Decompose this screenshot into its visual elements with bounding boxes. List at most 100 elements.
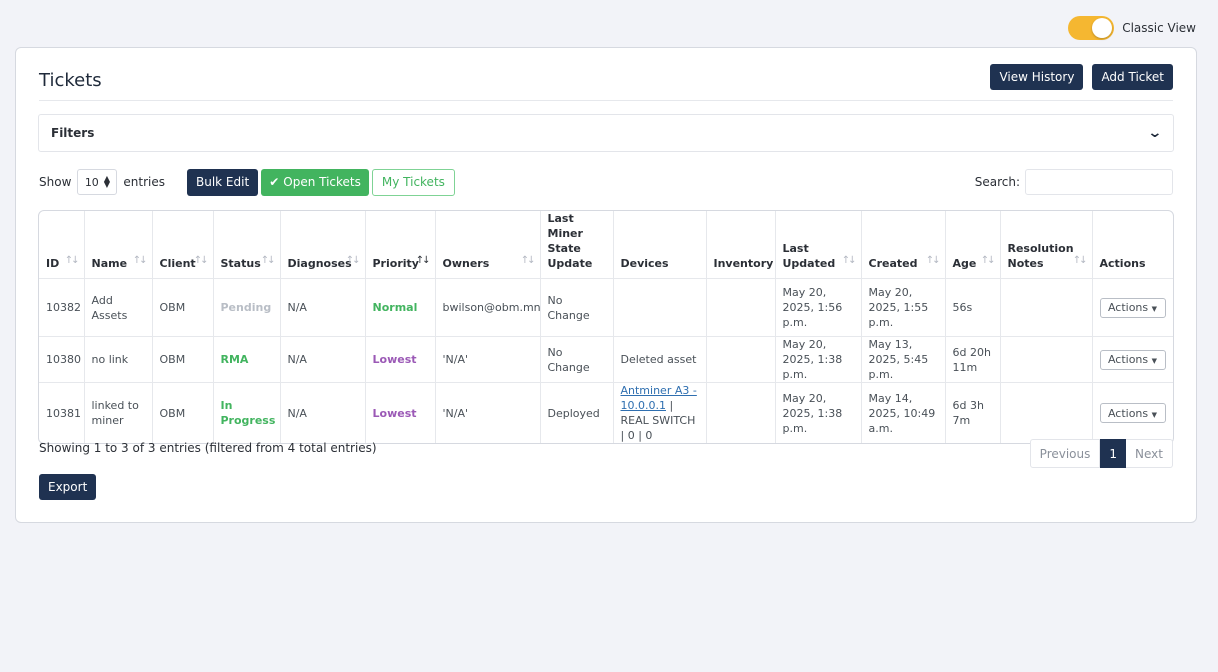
next-page-button[interactable]: Next	[1126, 439, 1173, 468]
priority-badge: Normal	[372, 301, 418, 314]
cell-client: OBM	[152, 336, 214, 383]
cell-owners: bwilson@obm.mn	[435, 278, 541, 337]
cell-name: linked to miner	[84, 382, 153, 443]
pagination: Previous 1 Next	[1029, 439, 1173, 468]
column-label: Last Updated	[782, 242, 836, 270]
check-icon: ✔	[269, 175, 280, 189]
cell-last-miner-state: Deployed	[540, 382, 614, 443]
column-header[interactable]: ID ↑↓	[39, 211, 85, 279]
column-label: Priority	[372, 257, 419, 270]
search-input[interactable]	[1025, 169, 1173, 195]
column-header[interactable]: Name ↑↓	[84, 211, 153, 279]
cell-resolution-notes	[1000, 278, 1093, 337]
search-wrapper: Search:	[975, 169, 1173, 195]
caret-down-icon: ▼	[1151, 357, 1158, 365]
sort-icon: ↑↓	[260, 255, 276, 266]
column-label: Name	[91, 257, 128, 270]
cell-last-updated: May 20, 2025, 1:38 p.m.	[775, 336, 862, 383]
column-header[interactable]: Client ↑↓	[152, 211, 214, 279]
actions-label: Actions	[1107, 353, 1149, 366]
my-tickets-button[interactable]: My Tickets	[371, 168, 455, 196]
bulk-edit-button[interactable]: Bulk Edit	[187, 168, 259, 196]
filters-label: Filters	[51, 126, 95, 140]
table-row: 10381 linked to miner OBM In Progress N/…	[39, 382, 1173, 443]
priority-badge: Lowest	[372, 353, 417, 366]
page-1-button[interactable]: 1	[1100, 439, 1127, 468]
tickets-table-wrapper: ID ↑↓ Name ↑↓ Client ↑↓ Status ↑↓ Diagnoses ↑…	[38, 210, 1174, 444]
column-header[interactable]: Priority ↑↓	[365, 211, 436, 279]
cell-client: OBM	[152, 278, 214, 337]
cell-actions: Actions ▼	[1092, 337, 1173, 383]
toggle-knob	[1092, 18, 1113, 38]
cell-id: 10382	[39, 278, 85, 337]
cell-last-updated: May 20, 2025, 1:38 p.m.	[775, 382, 862, 443]
actions-dropdown-button[interactable]: Actions ▼	[1099, 349, 1166, 370]
sort-icon: ↑↓	[1072, 255, 1088, 266]
device-text: Deleted asset	[620, 353, 697, 366]
filters-panel[interactable]: Filters ⌄	[38, 114, 1174, 152]
column-header[interactable]: Owners ↑↓	[435, 211, 541, 279]
column-header[interactable]: Age ↑↓	[945, 211, 1001, 279]
actions-dropdown-button[interactable]: Actions ▼	[1099, 297, 1166, 318]
open-tickets-label: Open Tickets	[283, 175, 361, 189]
caret-down-icon: ▼	[1151, 305, 1158, 313]
column-header[interactable]: Resolution Notes ↑↓	[1000, 211, 1093, 279]
cell-devices: Antminer A3 - 10.0.0.1 | REAL SWITCH | 0…	[613, 382, 707, 443]
cell-diagnoses: N/A	[280, 336, 366, 383]
cell-name: no link	[84, 336, 153, 383]
entries-select[interactable]: 10 ▲ ▼	[77, 169, 118, 195]
entries-label: entries	[123, 175, 165, 189]
cell-client: OBM	[152, 382, 214, 443]
cell-resolution-notes	[1000, 382, 1093, 443]
cell-created: May 20, 2025, 1:55 p.m.	[861, 278, 946, 337]
device-link[interactable]: Antminer A3 - 10.0.0.1	[621, 384, 697, 412]
search-label: Search:	[974, 175, 1020, 189]
export-button[interactable]: Export	[39, 474, 97, 500]
column-label: Last Miner State Update	[547, 212, 593, 270]
column-header[interactable]: Diagnoses ↑↓	[280, 211, 366, 279]
open-tickets-button[interactable]: ✔ Open Tickets	[261, 168, 369, 196]
column-header[interactable]: Last Updated ↑↓	[775, 211, 862, 279]
cell-priority: Lowest	[365, 336, 436, 383]
chevron-down-icon[interactable]: ⌄	[1148, 125, 1163, 141]
sort-icon: ↑↓	[193, 255, 209, 266]
table-controls: Show 10 ▲ ▼ entries Bulk Edit ✔ Open Tick…	[39, 168, 1173, 196]
cell-age: 6d 20h 11m	[945, 336, 1001, 383]
show-label: Show	[39, 175, 72, 189]
column-header: Devices	[613, 211, 707, 279]
actions-dropdown-button[interactable]: Actions ▼	[1099, 403, 1166, 423]
page-title: Tickets	[39, 70, 102, 91]
status-badge: RMA	[220, 353, 249, 366]
priority-badge: Lowest	[372, 406, 417, 420]
add-ticket-button[interactable]: Add Ticket	[1092, 64, 1173, 90]
table-header-row: ID ↑↓ Name ↑↓ Client ↑↓ Status ↑↓ Diagnoses ↑…	[39, 211, 1173, 279]
status-badge: Pending	[220, 301, 272, 314]
cell-name: Add Assets	[84, 278, 153, 337]
column-header[interactable]: Created ↑↓	[861, 211, 946, 279]
cell-last-miner-state: No Change	[540, 336, 614, 383]
column-label: Client	[159, 257, 196, 270]
cell-resolution-notes	[1000, 336, 1093, 383]
tickets-table: ID ↑↓ Name ↑↓ Client ↑↓ Status ↑↓ Diagnoses ↑…	[39, 211, 1173, 443]
cell-owners: 'N/A'	[435, 382, 541, 443]
column-header[interactable]: Status ↑↓	[213, 211, 281, 279]
sort-icon: ↑↓	[841, 255, 857, 266]
cell-id: 10380	[39, 336, 85, 383]
column-label: Created	[868, 257, 918, 270]
column-label: Status	[220, 257, 261, 270]
divider	[39, 100, 1173, 101]
cell-created: May 13, 2025, 5:45 p.m.	[861, 336, 946, 383]
column-label: ID	[46, 257, 60, 270]
cell-inventory	[706, 382, 776, 443]
sort-icon: ↑↓	[132, 255, 148, 266]
entries-select-value: 10	[84, 175, 99, 189]
previous-page-button[interactable]: Previous	[1029, 439, 1101, 468]
select-arrows-icon: ▲ ▼	[103, 174, 110, 189]
cell-inventory	[706, 278, 776, 337]
sort-descending-icon: ↑↓	[415, 255, 431, 266]
column-label: Age	[952, 257, 977, 270]
cell-status: In Progress	[213, 382, 281, 443]
tickets-card: Tickets View History Add Ticket Filters …	[15, 47, 1197, 523]
classic-view-toggle[interactable]	[1068, 16, 1115, 40]
view-history-button[interactable]: View History	[990, 64, 1084, 90]
